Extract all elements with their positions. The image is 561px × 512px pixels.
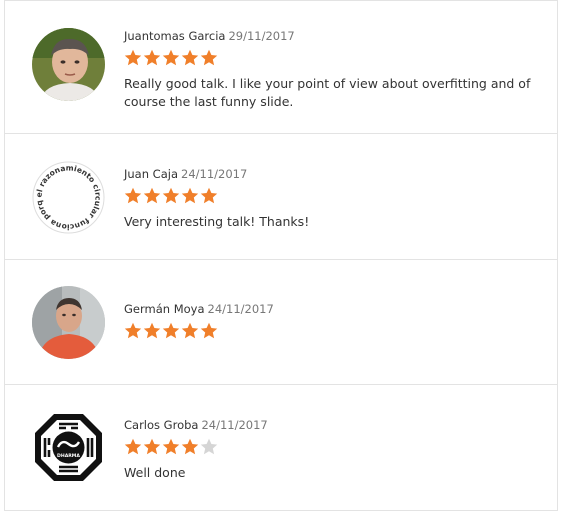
circular-text-logo-icon: el razonamiento circular funciona porque <box>32 161 105 234</box>
review-author: Germán Moya <box>124 302 205 316</box>
star-filled-icon <box>162 187 180 204</box>
star-filled-icon <box>124 49 142 66</box>
avatar <box>32 286 105 359</box>
star-filled-icon <box>181 187 199 204</box>
star-rating <box>124 49 219 67</box>
star-filled-icon <box>162 438 180 455</box>
star-empty-icon <box>200 438 218 455</box>
user-photo-icon <box>32 286 105 359</box>
star-filled-icon <box>181 49 199 66</box>
star-filled-icon <box>124 322 142 339</box>
star-filled-icon <box>200 187 218 204</box>
review-date: 24/11/2017 <box>181 167 248 181</box>
star-filled-icon <box>143 438 161 455</box>
star-filled-icon <box>143 187 161 204</box>
review-date: 24/11/2017 <box>207 302 274 316</box>
star-filled-icon <box>200 322 218 339</box>
reviews-list: Juantomas Garcia 29/11/2017 Really good t… <box>4 0 558 511</box>
dharma-logo-icon: DHARMA <box>32 411 105 484</box>
star-rating <box>124 322 219 340</box>
review-comment: Really good talk. I like your point of v… <box>124 76 531 109</box>
star-rating <box>124 438 219 456</box>
star-filled-icon <box>124 438 142 455</box>
star-filled-icon <box>162 322 180 339</box>
review-author: Juantomas Garcia <box>124 29 226 43</box>
avatar: DHARMA <box>32 411 105 484</box>
avatar: el razonamiento circular funciona porque <box>32 161 105 234</box>
avatar <box>32 28 105 101</box>
star-filled-icon <box>181 322 199 339</box>
user-photo-icon <box>32 28 105 101</box>
star-filled-icon <box>143 49 161 66</box>
star-filled-icon <box>143 322 161 339</box>
avatar-logo-text: DHARMA <box>57 453 80 459</box>
review-item: Germán Moya 24/11/2017 <box>5 260 557 385</box>
star-rating <box>124 187 219 205</box>
review-item: el razonamiento circular funciona porque… <box>5 134 557 260</box>
review-author: Juan Caja <box>124 167 178 181</box>
review-author: Carlos Groba <box>124 418 199 432</box>
review-comment: Well done <box>124 465 186 480</box>
star-filled-icon <box>162 49 180 66</box>
star-filled-icon <box>124 187 142 204</box>
star-filled-icon <box>200 49 218 66</box>
review-item: DHARMA Carlos Groba 24/11/2017 Well done <box>5 385 557 512</box>
review-comment: Very interesting talk! Thanks! <box>124 214 310 229</box>
star-filled-icon <box>181 438 199 455</box>
review-date: 29/11/2017 <box>228 29 295 43</box>
review-item: Juantomas Garcia 29/11/2017 Really good t… <box>5 1 557 134</box>
review-date: 24/11/2017 <box>201 418 268 432</box>
